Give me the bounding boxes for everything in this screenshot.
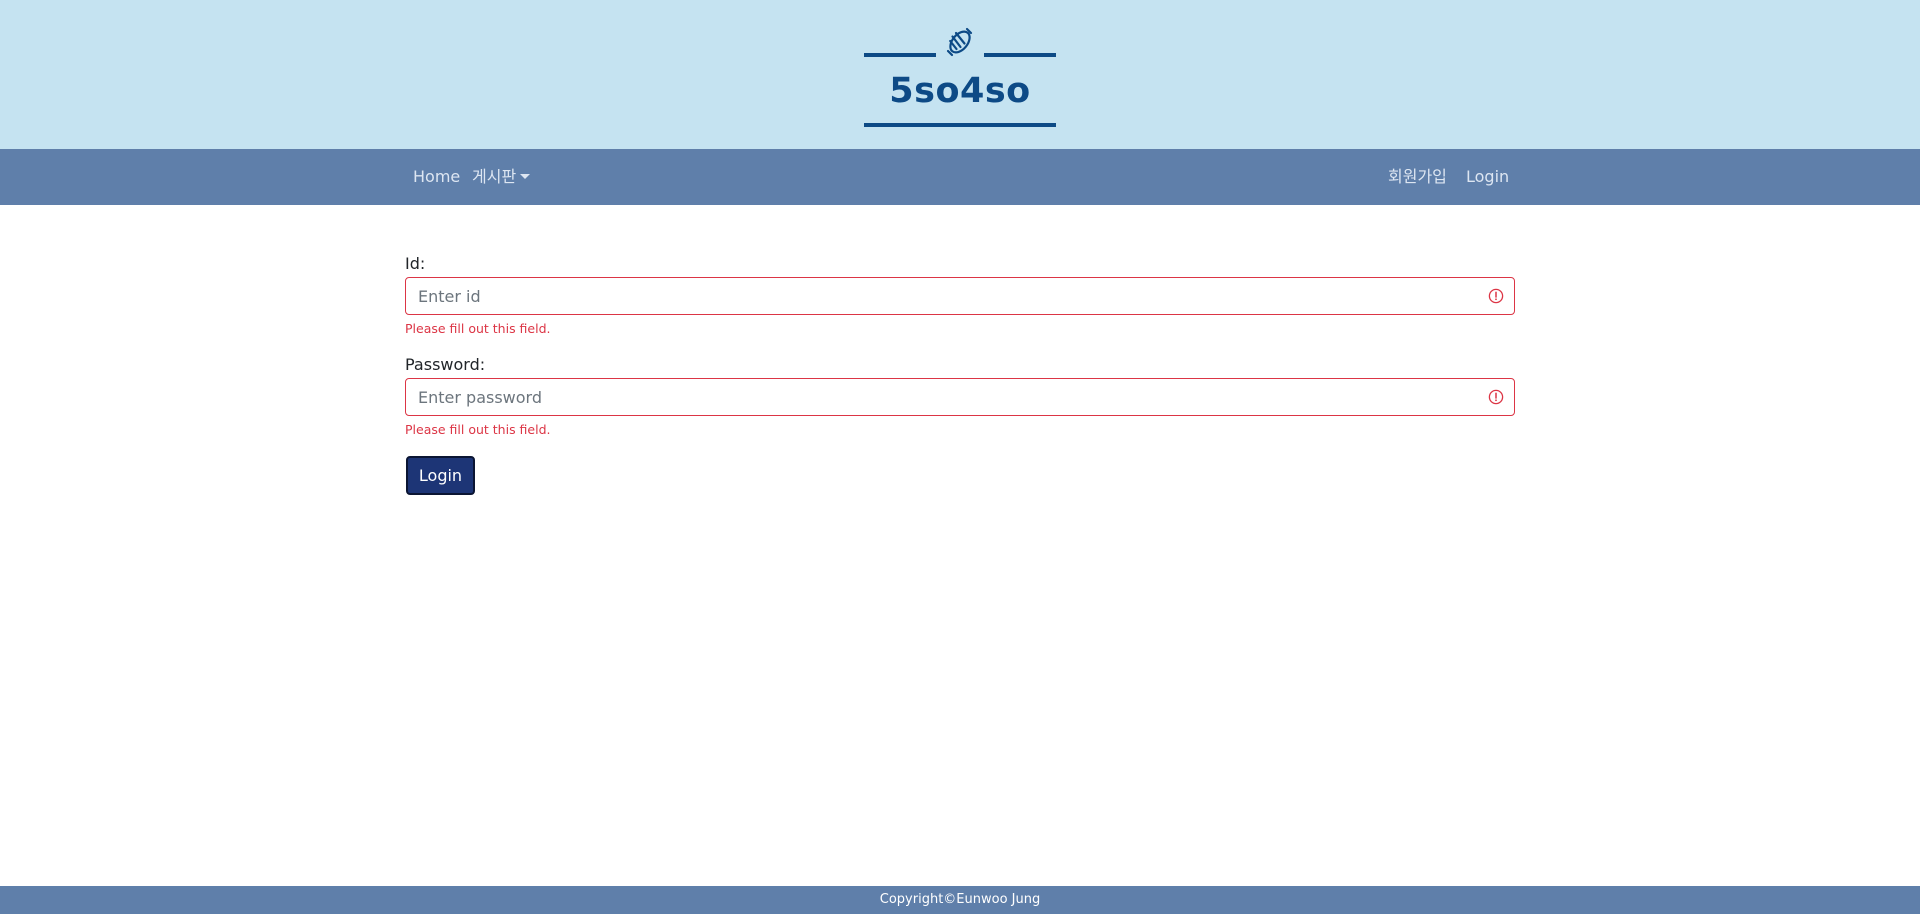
site-title[interactable]: 5so4so — [864, 70, 1056, 112]
nav-board-label: 게시판 — [472, 167, 517, 186]
nav-board-dropdown[interactable]: 게시판 — [472, 149, 531, 205]
nav-signup-link[interactable]: 회원가입 — [1388, 149, 1447, 205]
footer: Copyright©Eunwoo Jung — [0, 886, 1920, 914]
password-invalid-feedback: Please fill out this field. — [405, 422, 551, 437]
nav-home-link[interactable]: Home — [413, 149, 460, 205]
id-label: Id: — [405, 254, 426, 273]
login-button[interactable]: Login — [406, 456, 475, 495]
logo-divider-left — [864, 53, 936, 57]
page: 5so4so Home 게시판 회원가입 Login Id: Please fi… — [0, 0, 1920, 914]
navbar: Home 게시판 회원가입 Login — [0, 149, 1920, 205]
id-invalid-feedback: Please fill out this field. — [405, 321, 551, 336]
caret-down-icon — [520, 174, 531, 179]
id-input[interactable] — [406, 278, 1476, 314]
id-field-wrapper — [405, 277, 1515, 315]
copyright-text: Copyright©Eunwoo Jung — [879, 892, 1041, 907]
logo-underline — [864, 123, 1056, 127]
alert-circle-icon — [1488, 288, 1504, 304]
password-label: Password: — [405, 355, 486, 374]
alert-circle-icon — [1488, 389, 1504, 405]
password-input[interactable] — [406, 379, 1476, 415]
site-header: 5so4so — [0, 0, 1920, 149]
croissant-icon — [946, 27, 973, 57]
logo-divider-right — [984, 53, 1056, 57]
password-field-wrapper — [405, 378, 1515, 416]
nav-login-link[interactable]: Login — [1466, 149, 1509, 205]
